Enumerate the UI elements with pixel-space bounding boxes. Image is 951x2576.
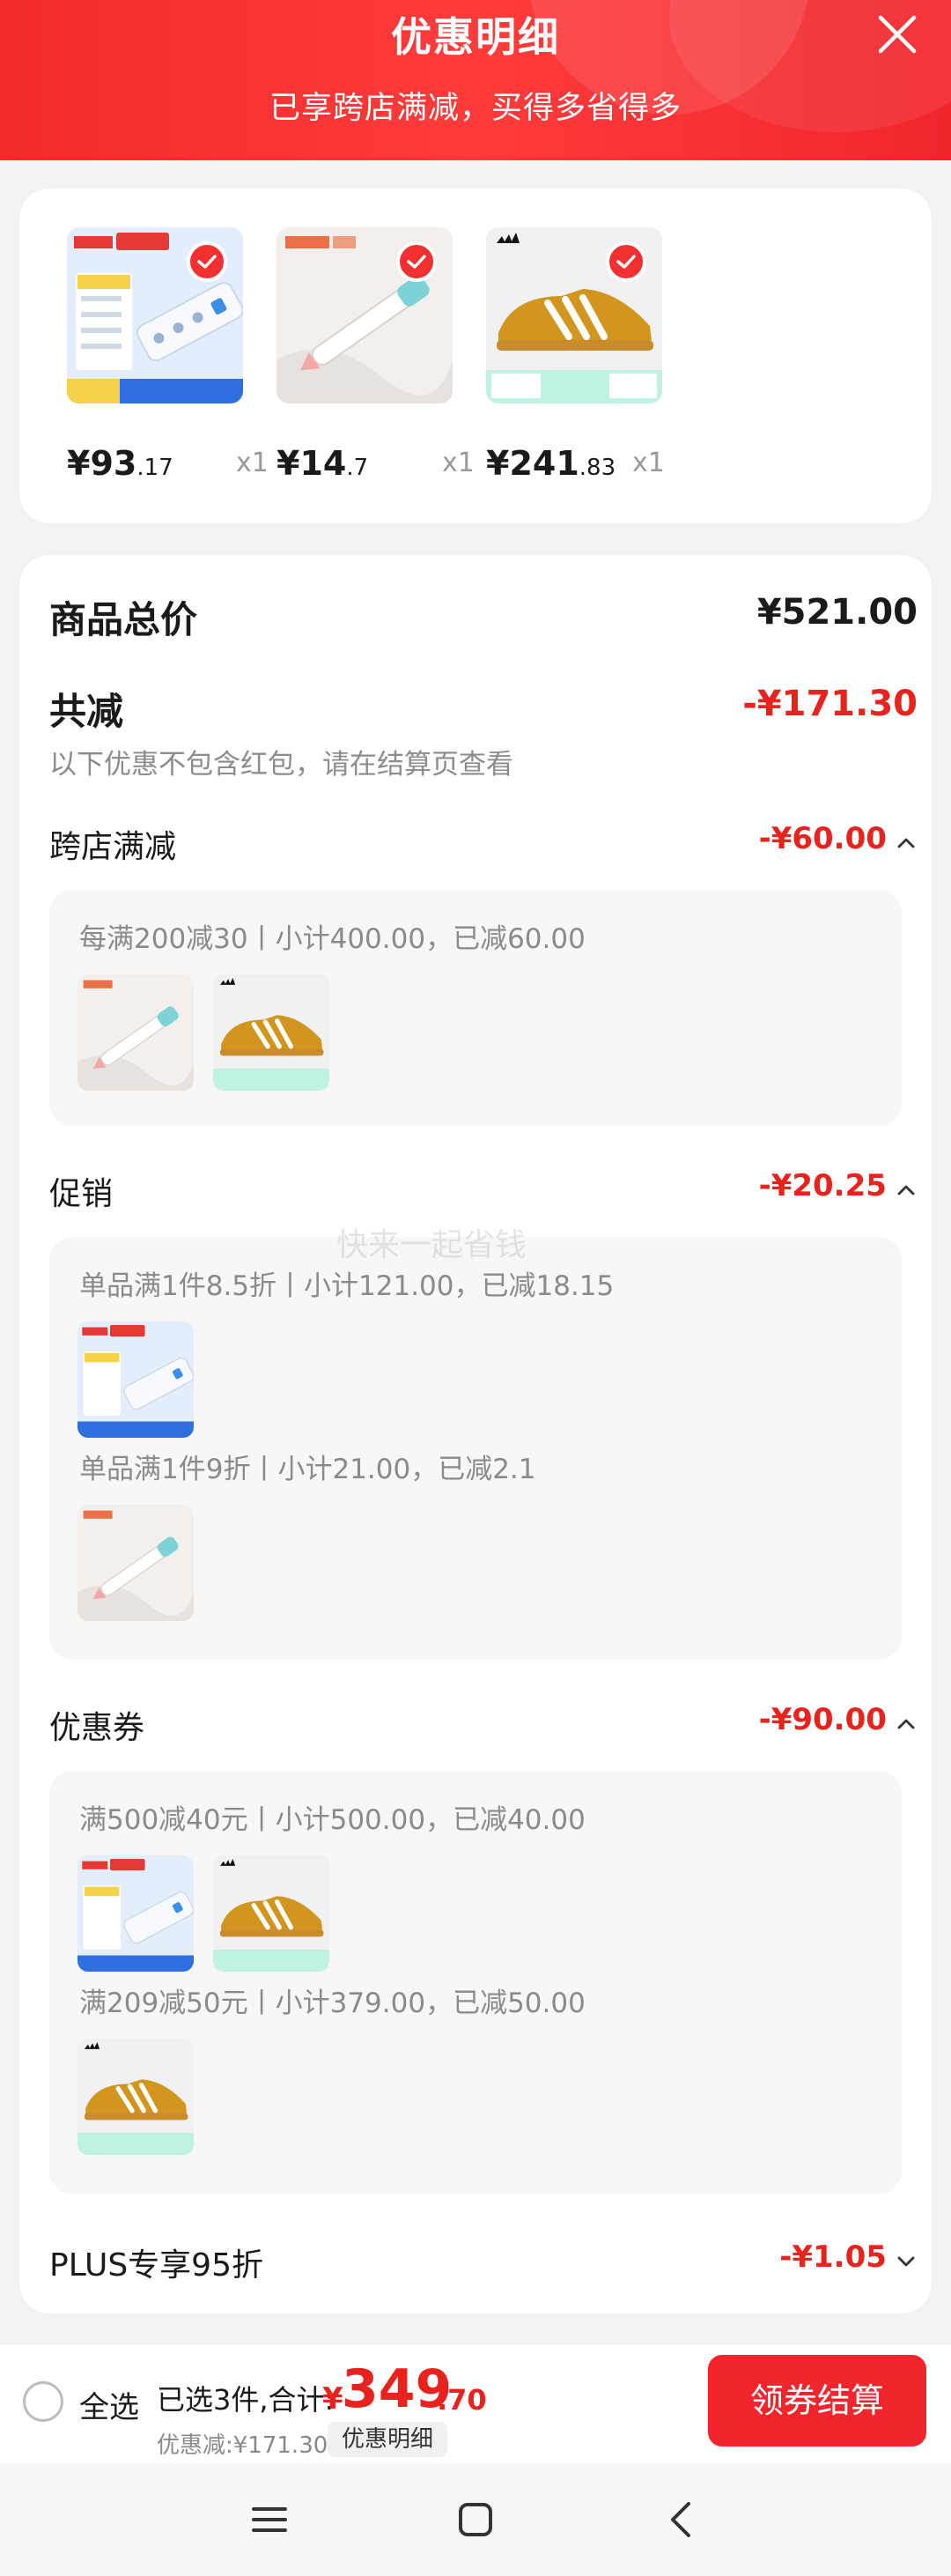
page-title: 优惠明细: [391, 13, 560, 61]
rule-product-image-sneaker[interactable]: [213, 1855, 329, 1972]
price-integer: ¥14: [276, 444, 347, 483]
chevron-up-icon[interactable]: [896, 1183, 916, 1200]
cross-store-panel: 每满200减30丨小计400.00，已减60.00: [49, 890, 902, 1126]
promotion-panel: 单品满1件8.5折丨小计121.00，已减18.15 单品满1件9折丨小计21.…: [49, 1237, 902, 1660]
selected-count-text: 已选3件,合计:: [157, 2383, 335, 2417]
chevron-up-icon[interactable]: [896, 836, 916, 853]
coupon-panel: 满500减40元丨小计500.00，已减40.00 满209减50元丨小计379…: [49, 1771, 902, 2194]
promotion-toggle[interactable]: -¥20.25: [759, 1168, 916, 1203]
total-currency: ¥: [322, 2381, 343, 2417]
rule-product-image-pen[interactable]: [77, 974, 194, 1091]
home-icon[interactable]: [451, 2495, 500, 2544]
selected-check-icon[interactable]: [396, 241, 437, 282]
checkout-bar: 全选 已选3件,合计: ¥ 349 .70 优惠减:¥171.30 优惠明细 领…: [0, 2343, 951, 2463]
reduce-note: 以下优惠不包含红包，请在结算页查看: [49, 749, 513, 781]
chevron-up-icon[interactable]: [896, 1717, 916, 1734]
selected-check-icon[interactable]: [187, 241, 227, 282]
total-amount-decimal: .70: [437, 2383, 487, 2417]
cross-store-label: 跨店满减: [49, 829, 177, 865]
selected-check-icon[interactable]: [606, 241, 646, 282]
rule-text: 每满200减30丨小计400.00，已减60.00: [79, 923, 586, 955]
product-quantity: x1: [442, 448, 475, 478]
rule-text: 单品满1件8.5折丨小计121.00，已减18.15: [79, 1270, 615, 1302]
coupon-label: 优惠券: [49, 1710, 145, 1746]
price-integer: ¥241: [486, 444, 579, 483]
discount-amount-text: 优惠减:¥171.30: [157, 2432, 328, 2459]
discount-detail-card: 商品总价 ¥521.00 共减 -¥171.30 以下优惠不包含红包，请在结算页…: [19, 555, 932, 2313]
rule-text: 满500减40元丨小计500.00，已减40.00: [79, 1804, 586, 1836]
system-navigation-bar: [0, 2463, 951, 2576]
discount-detail-button[interactable]: 优惠明细: [328, 2422, 448, 2457]
header: 优惠明细 已享跨店满减，买得多省得多: [0, 0, 951, 160]
total-price-value: ¥521.00: [756, 592, 918, 633]
promotion-label: 促销: [49, 1176, 114, 1212]
rule-product-image-sneaker[interactable]: [77, 2039, 194, 2155]
rule-product-image-power-strip[interactable]: [77, 1321, 194, 1438]
back-icon[interactable]: [657, 2495, 706, 2544]
price-decimal: .7: [346, 455, 369, 481]
total-reduce-label: 共减: [49, 690, 124, 733]
rule-text: 满209减50元丨小计379.00，已减50.00: [79, 1988, 586, 2019]
product-price: ¥14.7: [276, 444, 368, 483]
select-all-radio[interactable]: [23, 2381, 63, 2422]
watermark: 快来一起省钱: [336, 1227, 527, 1263]
coupon-toggle[interactable]: -¥90.00: [759, 1702, 916, 1737]
plus-discount-label: PLUS专享95折: [49, 2247, 263, 2284]
cross-store-value: -¥60.00: [758, 821, 887, 856]
total-reduce-value: -¥171.30: [742, 684, 918, 724]
plus-discount-toggle[interactable]: -¥1.05: [779, 2239, 916, 2275]
rule-product-image-pen[interactable]: [77, 1505, 194, 1621]
total-amount-integer: 349: [342, 2358, 453, 2420]
product-price: ¥93.17: [67, 444, 173, 483]
selected-products-card: ¥93.17 x1 ¥14.7 x1 ¥241.83 x1: [19, 189, 932, 523]
coupon-value: -¥90.00: [758, 1702, 887, 1737]
price-decimal: .17: [136, 455, 173, 481]
price-decimal: .83: [579, 455, 616, 481]
close-icon[interactable]: [875, 12, 919, 56]
total-price-label: 商品总价: [49, 598, 198, 641]
price-integer: ¥93: [67, 444, 137, 483]
product-quantity: x1: [632, 448, 665, 478]
checkout-button[interactable]: 领券结算: [708, 2355, 926, 2446]
rule-product-image-power-strip[interactable]: [77, 1855, 194, 1972]
menu-icon[interactable]: [245, 2495, 294, 2544]
page-subtitle: 已享跨店满减，买得多省得多: [269, 91, 682, 126]
product-price: ¥241.83: [486, 444, 616, 483]
rule-product-image-sneaker[interactable]: [213, 974, 329, 1091]
rule-text: 单品满1件9折丨小计21.00，已减2.1: [79, 1454, 536, 1485]
cross-store-toggle[interactable]: -¥60.00: [759, 821, 916, 856]
select-all-label[interactable]: 全选: [79, 2383, 139, 2426]
promotion-value: -¥20.25: [758, 1168, 887, 1203]
product-quantity: x1: [236, 448, 269, 478]
chevron-down-icon[interactable]: [896, 2254, 916, 2271]
plus-discount-value: -¥1.05: [779, 2239, 887, 2275]
